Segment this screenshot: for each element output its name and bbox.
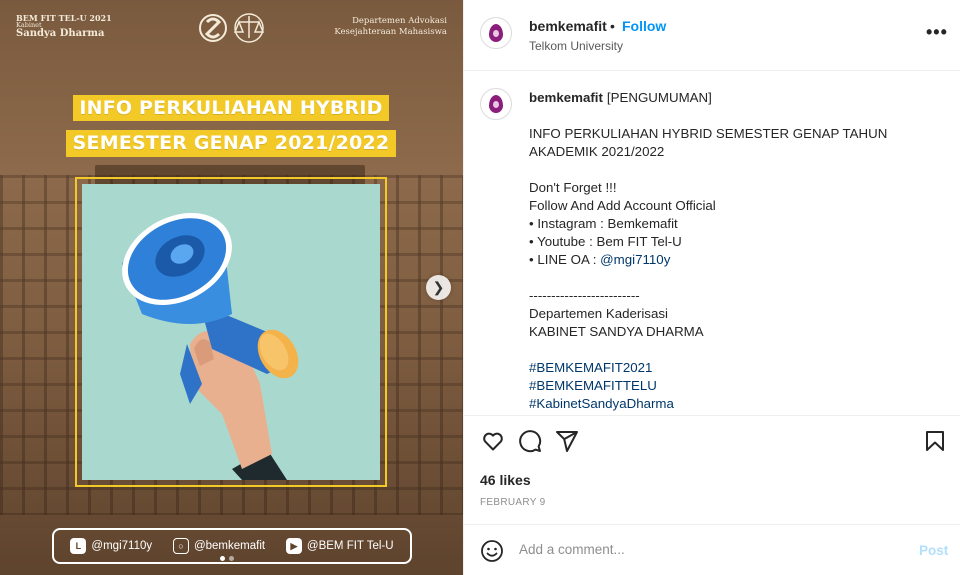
post-header: bemkemafit • Follow Telkom University ••… [464,0,960,71]
comment-icon [519,430,542,453]
caption-username[interactable]: bemkemafit [529,90,603,105]
caption-line: Departemen Kaderisasi [529,306,668,321]
profile-logo-icon [489,24,503,42]
social-line-label: @mgi7110y [91,540,153,552]
carousel-indicator [220,556,234,561]
media-topbar: BEM FIT TEL-U 2021 Kabinet Sandya Dharma… [0,0,463,56]
follow-button[interactable]: Follow [622,18,666,34]
department-line-1: Departemen Advokasi [352,16,447,26]
caption-text: bemkemafit [PENGUMUMAN] INFO PERKULIAHAN … [529,89,949,413]
share-button[interactable] [554,428,580,454]
send-icon [556,431,578,452]
caption-line: AKADEMIK 2021/2022 [529,144,665,159]
post-panel: bemkemafit • Follow Telkom University ••… [463,0,960,575]
caption-line: INFO PERKULIAHAN HYBRID SEMESTER GENAP T… [529,126,888,141]
hashtag-link[interactable]: #KabinetSandyaDharma [529,395,949,413]
caption-line-oa-label: • LINE OA : [529,252,601,267]
caption-divider: ------------------------- [529,288,640,303]
emoji-icon[interactable] [480,539,504,563]
bookmark-icon [926,431,944,451]
hashtag-link[interactable]: #BEMKEMAFITTELU [529,377,949,395]
youtube-icon: ▶ [285,538,302,554]
more-options-button[interactable]: ••• [926,22,948,43]
caption-title: [PENGUMUMAN] [606,90,712,105]
title-line-1: INFO PERKULIAHAN HYBRID [73,95,389,121]
next-slide-button[interactable]: ❯ [426,275,451,300]
post-date[interactable]: FEBRUARY 9 [480,497,545,508]
social-instagram: ○ @bemkemafit [172,538,266,554]
hashtag-link[interactable]: #BEMKEMAFIT2021 [529,359,949,377]
instagram-post-view: BEM FIT TEL-U 2021 Kabinet Sandya Dharma… [0,0,960,575]
save-button[interactable] [922,428,948,454]
likes-count[interactable]: 46 likes [480,472,531,488]
header-separator: • [610,18,615,34]
heart-icon [483,432,503,451]
profile-logo-icon [489,95,503,113]
post-comment-button[interactable]: Post [919,543,948,558]
title-line-2: SEMESTER GENAP 2021/2022 [66,130,396,157]
caption-first-line: bemkemafit [PENGUMUMAN] [529,89,949,107]
line-icon: L [70,538,87,554]
social-line: L @mgi7110y [70,538,152,554]
caption-line: • Instagram : Bemkemafit [529,216,678,231]
action-bar [464,415,960,467]
avatar[interactable] [480,88,512,120]
line-oa-mention-link[interactable]: @mgi7110y [600,252,670,267]
caption-line: • Youtube : Bem FIT Tel-U [529,234,682,249]
post-media[interactable]: BEM FIT TEL-U 2021 Kabinet Sandya Dharma… [0,0,463,575]
chevron-right-icon: ❯ [432,279,445,295]
header-username[interactable]: bemkemafit [529,18,607,34]
caption-line: Don't Forget !!! [529,180,617,195]
caption-area: bemkemafit [PENGUMUMAN] INFO PERKULIAHAN … [464,72,960,415]
instagram-icon: ○ [172,538,189,554]
location-link[interactable]: Telkom University [529,39,623,53]
avatar[interactable] [480,17,512,49]
social-youtube-label: @BEM FIT Tel-U [306,540,394,552]
organization-logos [199,13,265,43]
like-button[interactable] [480,428,506,454]
social-youtube: ▶ @BEM FIT Tel-U [285,538,394,554]
megaphone-photo [82,184,380,480]
caption-line: Follow And Add Account Official [529,198,716,213]
carousel-dot[interactable] [220,556,225,561]
department-block: Departemen Advokasi Kesejahteraan Mahasi… [334,16,447,37]
caption-line-oa: • LINE OA : @mgi7110y [529,251,949,269]
megaphone-illustration [122,212,299,480]
comment-button[interactable] [517,428,543,454]
comment-input[interactable]: Add a comment... [519,542,625,557]
brand-line-3: Sandya Dharma [16,28,105,40]
caption-line: KABINET SANDYA DHARMA [529,324,704,339]
carousel-dot[interactable] [229,556,234,561]
comment-composer: Add a comment... Post [464,524,960,575]
social-instagram-label: @bemkemafit [193,540,266,552]
brand-block: BEM FIT TEL-U 2021 Kabinet Sandya Dharma [16,14,112,40]
department-line-2: Kesejahteraan Mahasiswa [334,26,447,37]
